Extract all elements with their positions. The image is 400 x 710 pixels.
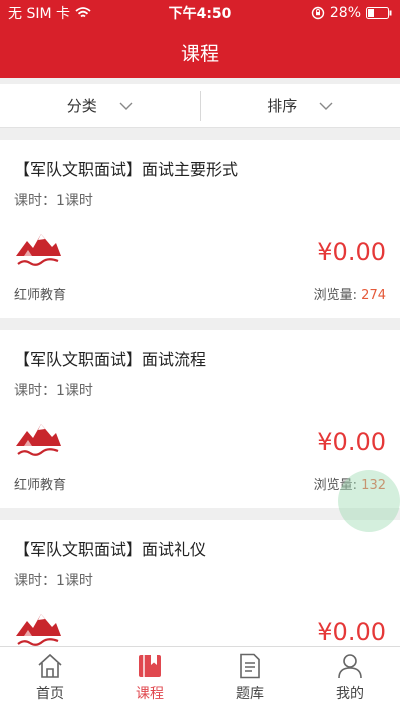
course-hours: 课时：1课时 [14, 193, 93, 209]
home-icon [38, 653, 62, 678]
course-title: 【军队文职面试】面试主要形式 [14, 160, 239, 179]
course-hours: 课时：1课时 [14, 383, 93, 399]
tab-courses[interactable]: 课程 [100, 647, 200, 710]
org-logo-icon [16, 234, 61, 266]
course-price: ¥0.00 [317, 238, 386, 266]
header: 课程 [0, 26, 400, 78]
course-book-icon [139, 655, 161, 677]
course-list: 【军队文职面试】面试主要形式 课时：1课时 ¥0.00 红师教育 浏览量: 27… [0, 140, 400, 710]
filter-bar: 分类 排序 [0, 84, 400, 128]
question-bank-icon [240, 653, 260, 679]
course-title: 【军队文职面试】面试礼仪 [14, 540, 207, 559]
org-logo-icon [16, 614, 61, 646]
sort-filter-dropdown[interactable]: 排序 [201, 84, 400, 127]
org-name: 红师教育 [14, 288, 67, 303]
battery-percent: 28% [329, 5, 361, 21]
battery-icon [366, 7, 392, 19]
view-count-label: 浏览量: [313, 288, 358, 303]
tab-bar: 首页 课程 题库 我的 [0, 646, 400, 710]
view-count-value: 274 [361, 288, 386, 303]
profile-icon [338, 654, 362, 679]
course-card[interactable]: 【军队文职面试】面试主要形式 课时：1课时 ¥0.00 红师教育 浏览量: 27… [0, 140, 400, 318]
course-card[interactable]: 【军队文职面试】面试流程 课时：1课时 ¥0.00 红师教育 浏览量: 132 [0, 330, 400, 508]
tab-home[interactable]: 首页 [0, 647, 100, 710]
org-name: 红师教育 [14, 478, 67, 493]
chevron-down-icon [319, 102, 333, 110]
category-filter-dropdown[interactable]: 分类 [0, 84, 200, 127]
category-filter-label: 分类 [66, 97, 97, 115]
org-logo-icon [16, 424, 61, 456]
tab-home-label: 首页 [36, 686, 64, 702]
tab-courses-label: 课程 [136, 686, 164, 702]
page-title: 课程 [180, 42, 219, 65]
tab-question-bank[interactable]: 题库 [200, 647, 300, 710]
tab-profile[interactable]: 我的 [300, 647, 400, 710]
tab-question-bank-label: 题库 [236, 686, 264, 702]
status-bar: 无 SIM 卡 下午4:50 28% [0, 0, 400, 26]
view-count: 浏览量: 274 [314, 284, 386, 303]
touch-ripple [338, 470, 400, 532]
course-price: ¥0.00 [317, 428, 386, 456]
tab-profile-label: 我的 [336, 686, 364, 702]
course-hours: 课时：1课时 [14, 573, 93, 589]
course-title: 【军队文职面试】面试流程 [14, 350, 207, 369]
chevron-down-icon [119, 102, 133, 110]
sort-filter-label: 排序 [267, 97, 298, 115]
carrier-label: 无 SIM 卡 [8, 6, 70, 22]
orientation-lock-icon [311, 6, 325, 20]
status-right: 28% [311, 5, 392, 21]
wifi-icon [75, 7, 91, 18]
status-left: 无 SIM 卡 [8, 3, 91, 23]
course-price: ¥0.00 [317, 618, 386, 646]
